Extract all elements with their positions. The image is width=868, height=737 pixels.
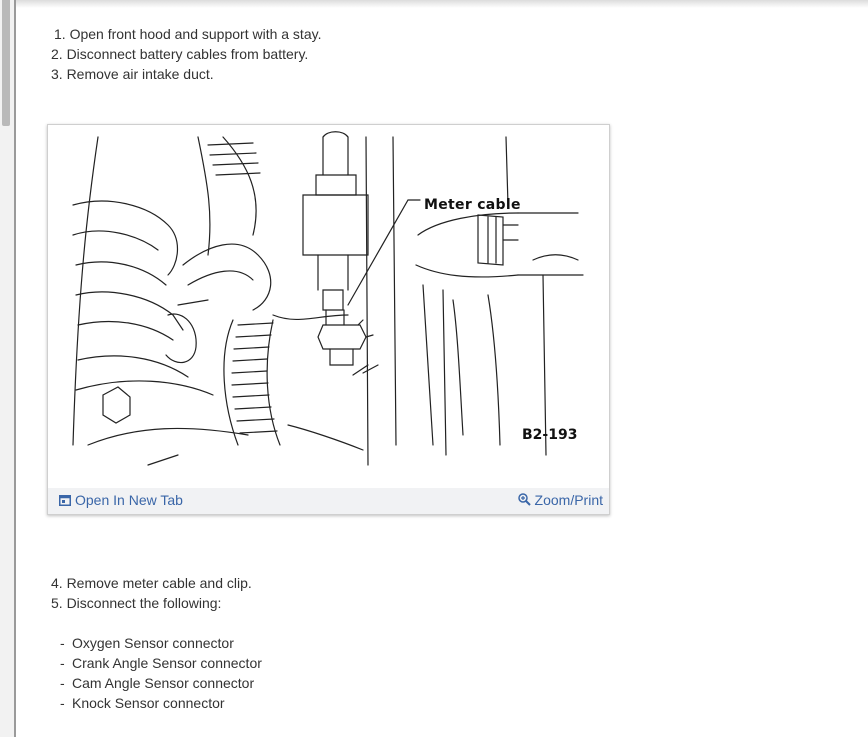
zoom-icon	[517, 493, 531, 506]
connector-label: Oxygen Sensor connector	[72, 635, 234, 651]
list-item: - Crank Angle Sensor connector	[60, 653, 262, 673]
rail-divider	[14, 0, 16, 737]
step-item: 2. Disconnect battery cables from batter…	[51, 46, 309, 62]
list-item: - Oxygen Sensor connector	[60, 633, 262, 653]
step-item: 4. Remove meter cable and clip.	[51, 575, 252, 591]
open-in-new-tab-icon	[59, 495, 71, 506]
bullet-marker: -	[60, 675, 65, 691]
bullet-marker: -	[60, 655, 65, 671]
figure-code: B2-193	[522, 427, 578, 443]
connector-label: Crank Angle Sensor connector	[72, 655, 262, 671]
meter-cable-callout: Meter cable	[424, 197, 521, 213]
connector-label: Knock Sensor connector	[72, 695, 225, 711]
step-item: 5. Disconnect the following:	[51, 595, 222, 611]
connector-label: Cam Angle Sensor connector	[72, 675, 255, 691]
steps-list-before: 1. Open front hood and support with a st…	[51, 24, 321, 84]
bullet-marker: -	[60, 635, 65, 651]
step-item: 3. Remove air intake duct.	[51, 66, 214, 82]
left-scrollbar[interactable]	[0, 0, 16, 737]
zoom-print-label: Zoom/Print	[534, 492, 603, 508]
figure-panel: Meter cable B2-193 Open In New Tab Zoom/…	[47, 124, 610, 515]
list-item: - Cam Angle Sensor connector	[60, 673, 262, 693]
step-item: 1. Open front hood and support with a st…	[54, 26, 322, 42]
open-in-new-tab-label: Open In New Tab	[75, 492, 183, 508]
steps-list-after: 4. Remove meter cable and clip. 5. Disco…	[51, 573, 252, 613]
zoom-print-link[interactable]: Zoom/Print	[517, 492, 603, 508]
open-in-new-tab-link[interactable]: Open In New Tab	[59, 492, 183, 508]
top-shadow	[16, 0, 868, 8]
bullet-marker: -	[60, 695, 65, 711]
connector-list: - Oxygen Sensor connector - Crank Angle Se…	[60, 633, 262, 713]
figure-toolbar: Open In New Tab Zoom/Print	[48, 488, 609, 514]
scrollbar-thumb[interactable]	[2, 0, 10, 126]
list-item: - Knock Sensor connector	[60, 693, 262, 713]
